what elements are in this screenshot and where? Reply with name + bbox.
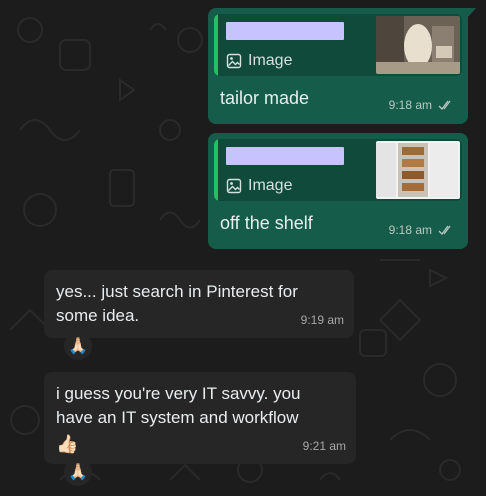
quote-type-label: Image (248, 177, 293, 194)
image-thumbnail[interactable] (376, 16, 460, 74)
quoted-reply[interactable]: Image (214, 139, 462, 201)
message-text-container: tailor made 9:18 am (214, 76, 462, 118)
quoted-sender-name-redacted (226, 22, 344, 40)
quoted-sender-name-redacted (226, 147, 344, 165)
message-text: yes... just search in Pinterest for some… (56, 282, 298, 325)
quoted-reply[interactable]: Image (214, 14, 462, 76)
reaction-emoji: 🙏🏻 (68, 464, 88, 481)
outgoing-message[interactable]: Image off the shelf 9:18 am (208, 133, 468, 249)
quote-type: Image (226, 52, 368, 70)
message-meta: 9:18 am (389, 223, 454, 237)
message-text-container: off the shelf 9:18 am (214, 201, 462, 243)
message-time: 9:21 am (302, 439, 346, 453)
quote-type-label: Image (248, 52, 293, 69)
double-check-icon (438, 100, 451, 110)
message-text: tailor made (220, 88, 310, 108)
message-reaction[interactable]: 🙏🏻 (64, 458, 92, 486)
message-time: 9:19 am (300, 313, 344, 327)
message-time: 9:18 am (388, 98, 432, 112)
image-icon (226, 178, 242, 194)
incoming-message[interactable]: yes... just search in Pinterest for some… (44, 270, 354, 338)
reaction-emoji: 🙏🏻 (68, 338, 88, 355)
double-check-icon (438, 225, 451, 235)
message-meta: 9:18 am (389, 98, 454, 112)
incoming-message[interactable]: i guess you're very IT savvy. you have a… (44, 372, 356, 464)
outgoing-message[interactable]: Image tailor made 9:18 am (208, 8, 476, 124)
message-time: 9:18 am (388, 223, 432, 237)
image-thumbnail[interactable] (376, 141, 460, 199)
image-icon (226, 53, 242, 69)
message-text: i guess you're very IT savvy. you have a… (56, 384, 301, 427)
message-reaction[interactable]: 🙏🏻 (64, 332, 92, 360)
quote-type: Image (226, 177, 368, 195)
message-text: off the shelf (220, 213, 313, 233)
